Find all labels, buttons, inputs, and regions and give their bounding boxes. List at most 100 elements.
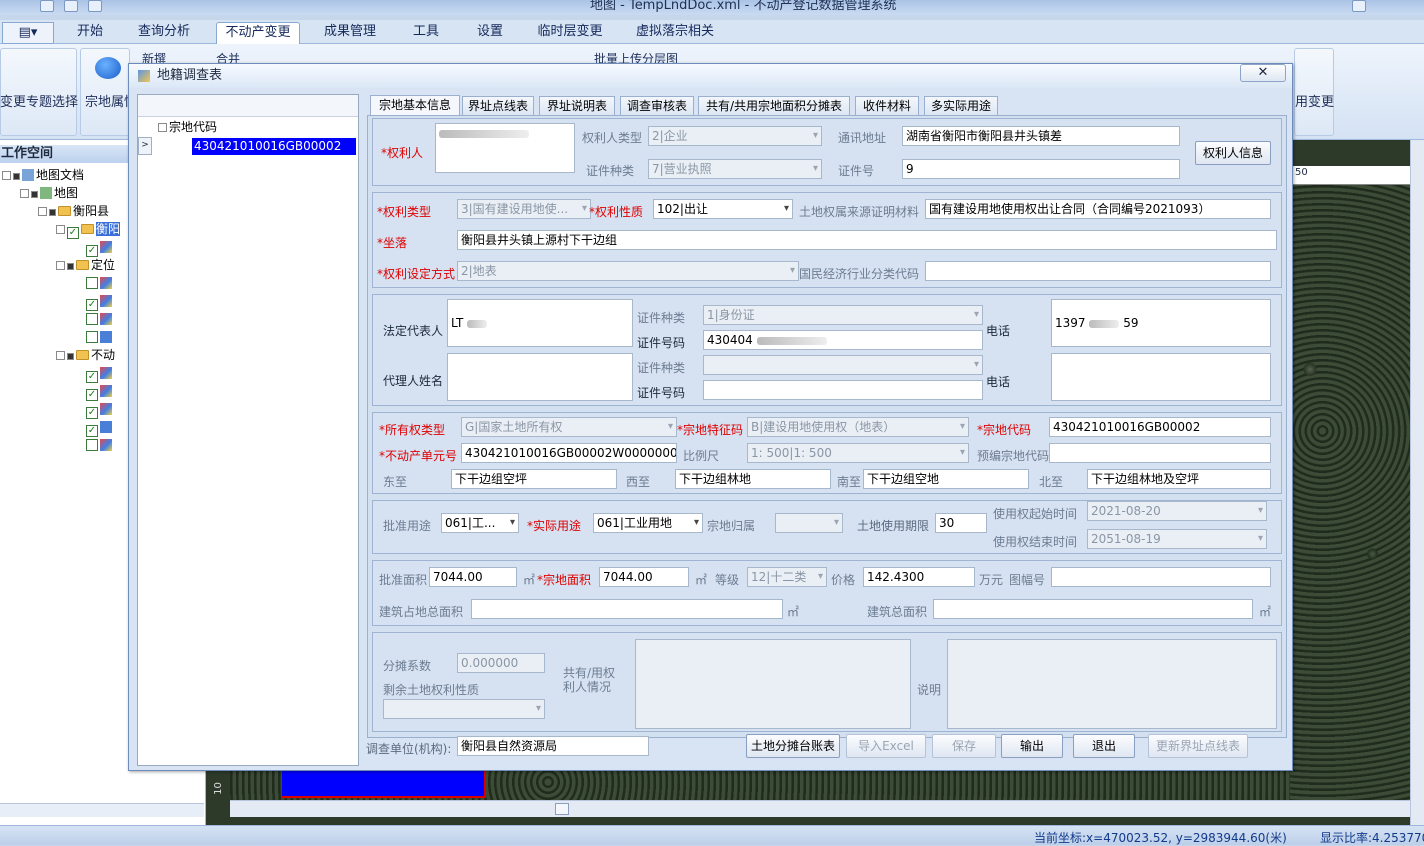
- code-field[interactable]: 430421010016GB00002: [1049, 417, 1271, 437]
- tree-node-layer[interactable]: [86, 437, 114, 454]
- address-field[interactable]: 湖南省衡阳市衡阳县井头镇差: [902, 126, 1180, 146]
- shared-textarea[interactable]: [635, 639, 911, 729]
- collapse-icon[interactable]: [56, 261, 65, 270]
- exit-button[interactable]: 退出: [1073, 734, 1135, 758]
- collapse-icon[interactable]: [158, 123, 167, 132]
- checkbox-icon[interactable]: ✓: [67, 227, 79, 239]
- scroll-thumb[interactable]: [555, 803, 569, 815]
- collapse-icon[interactable]: [56, 225, 65, 234]
- survey-unit-field[interactable]: 衡阳县自然资源局: [457, 736, 649, 756]
- map-vscroll[interactable]: [1410, 140, 1424, 825]
- ledger-button[interactable]: 土地分摊台账表: [746, 734, 840, 758]
- cover-area-field[interactable]: [471, 599, 783, 619]
- tab-settings[interactable]: 设置: [468, 22, 512, 44]
- owner-field[interactable]: [435, 123, 575, 173]
- export-button[interactable]: 输出: [1001, 734, 1063, 758]
- tree-root[interactable]: 宗地代码: [158, 119, 217, 136]
- tab-tools[interactable]: 工具: [404, 22, 448, 44]
- tree-node-layer[interactable]: ✓: [86, 401, 114, 419]
- rep-phone-field[interactable]: 1397 59: [1051, 299, 1271, 347]
- qat-icon[interactable]: [40, 0, 54, 12]
- close-button[interactable]: ✕: [1240, 64, 1286, 82]
- source-field[interactable]: 国有建设用地使用权出让合同（合同编号2021093）: [925, 199, 1271, 219]
- owner-info-button[interactable]: 权利人信息: [1195, 141, 1271, 165]
- tab-query[interactable]: 查询分析: [132, 22, 196, 44]
- row-selector[interactable]: >: [138, 137, 152, 155]
- tree-node-county[interactable]: 衡阳县: [38, 203, 109, 220]
- coef-field[interactable]: 0.000000: [457, 653, 545, 673]
- checkbox-icon[interactable]: [86, 439, 98, 451]
- tab-basic-info[interactable]: 宗地基本信息: [370, 95, 460, 117]
- location-field[interactable]: 衡阳县井头镇上源村下干边组: [457, 230, 1277, 250]
- cert-type-select[interactable]: 7|营业执照: [648, 159, 822, 179]
- use-change-button[interactable]: 用变更: [1295, 91, 1334, 110]
- pre-code-field[interactable]: [1049, 443, 1271, 463]
- checkbox-icon[interactable]: ✓: [86, 389, 98, 401]
- tab-start[interactable]: 开始: [66, 22, 114, 44]
- selected-parcel-shape[interactable]: [282, 770, 486, 798]
- qat-icon[interactable]: [88, 0, 102, 12]
- rep-cert-no-field[interactable]: 430404: [703, 330, 983, 350]
- own-type-select[interactable]: G|国家土地所有权: [461, 417, 677, 437]
- checkbox-icon[interactable]: [67, 263, 74, 270]
- checkbox-icon[interactable]: [13, 173, 20, 180]
- zd-area-field[interactable]: 7044.00: [599, 567, 689, 587]
- total-area-field[interactable]: [933, 599, 1253, 619]
- tree-node-layer[interactable]: ✓: [86, 383, 114, 401]
- tree-node-locate[interactable]: 定位: [56, 257, 115, 274]
- belong-select[interactable]: [775, 513, 843, 533]
- collapse-icon[interactable]: [20, 189, 29, 198]
- tab-received-materials[interactable]: 收件材料: [855, 96, 919, 116]
- grade-select[interactable]: 12|十二类: [747, 567, 827, 587]
- industry-field[interactable]: [925, 261, 1271, 281]
- collapse-icon[interactable]: [2, 171, 11, 180]
- tree-node-layer[interactable]: [86, 329, 114, 346]
- checkbox-icon[interactable]: [49, 209, 56, 216]
- agent-phone-field[interactable]: [1051, 353, 1271, 401]
- feature-select[interactable]: B|建设用地使用权（地表）: [747, 417, 969, 437]
- tree-node-doc[interactable]: 地图文档: [2, 167, 84, 184]
- east-field[interactable]: 下干边组空坪: [451, 469, 617, 489]
- agent-field[interactable]: [447, 353, 633, 401]
- tree-node-map[interactable]: 地图: [20, 185, 78, 202]
- right-nature-select[interactable]: 102|出让: [653, 199, 793, 219]
- rep-field[interactable]: LT: [447, 299, 633, 347]
- tab-temp-layer[interactable]: 临时层变更: [530, 22, 610, 44]
- agent-cert-type-select[interactable]: [703, 355, 983, 375]
- end-select[interactable]: 2051-08-19: [1087, 529, 1267, 549]
- map-hscroll[interactable]: [230, 800, 1410, 817]
- actual-use-select[interactable]: 061|工业用地: [593, 513, 703, 533]
- topic-select-button[interactable]: 变更专题选择: [0, 91, 78, 110]
- checkbox-icon[interactable]: [67, 353, 74, 360]
- price-field[interactable]: 142.4300: [863, 567, 975, 587]
- checkbox-icon[interactable]: ✓: [86, 425, 98, 437]
- tree-node-hengyang[interactable]: ✓ 衡阳: [56, 221, 121, 239]
- checkbox-icon[interactable]: [86, 313, 98, 325]
- term-field[interactable]: 30: [935, 513, 987, 533]
- checkbox-icon[interactable]: [31, 191, 38, 198]
- tree-node-layer[interactable]: ✓: [86, 293, 114, 311]
- unit-field[interactable]: 430421010016GB00002W00000000: [461, 443, 677, 463]
- approved-use-select[interactable]: 061|工...: [441, 513, 519, 533]
- rep-cert-type-select[interactable]: 1|身份证: [703, 305, 983, 325]
- checkbox-icon[interactable]: ✓: [86, 371, 98, 383]
- checkbox-icon[interactable]: [86, 331, 98, 343]
- tab-boundary-points[interactable]: 界址点线表: [462, 96, 534, 116]
- tab-shared-area[interactable]: 共有/共用宗地面积分摊表: [698, 96, 850, 116]
- start-select[interactable]: 2021-08-20: [1087, 501, 1267, 521]
- owner-type-select[interactable]: 2|企业: [648, 126, 822, 146]
- tree-node-bdc[interactable]: 不动: [56, 347, 115, 364]
- checkbox-icon[interactable]: ✓: [86, 407, 98, 419]
- checkbox-icon[interactable]: ✓: [86, 299, 98, 311]
- tab-multi-use[interactable]: 多实际用途: [924, 96, 998, 116]
- sheet-field[interactable]: [1051, 567, 1271, 587]
- north-field[interactable]: 下干边组林地及空坪: [1087, 469, 1271, 489]
- note-textarea[interactable]: [947, 639, 1277, 729]
- tree-node-layer[interactable]: ✓: [86, 239, 114, 257]
- app-menu-button[interactable]: ▤▾: [2, 22, 54, 44]
- tab-results[interactable]: 成果管理: [318, 22, 382, 44]
- tree-item-selected[interactable]: 430421010016GB00002: [192, 138, 356, 155]
- tab-bdc-change[interactable]: 不动产变更: [216, 22, 300, 44]
- import-excel-button[interactable]: 导入Excel: [846, 734, 926, 758]
- tree-node-layer[interactable]: [86, 311, 114, 328]
